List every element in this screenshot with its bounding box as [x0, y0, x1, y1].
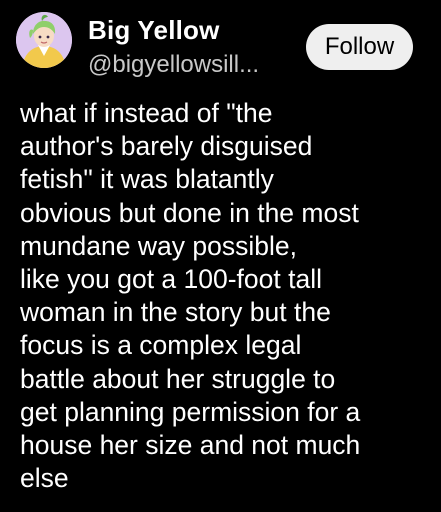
author-handle[interactable]: @bigyellowsill...	[88, 50, 259, 80]
profile-avatar-illustration-icon	[16, 12, 72, 68]
post-text: what if instead of "the author's barely …	[20, 98, 361, 494]
author-display-name[interactable]: Big Yellow	[88, 14, 220, 46]
follow-button[interactable]: Follow	[306, 24, 413, 70]
avatar[interactable]	[16, 12, 72, 68]
post-card: Big Yellow @bigyellowsill... Follow what…	[0, 0, 441, 512]
